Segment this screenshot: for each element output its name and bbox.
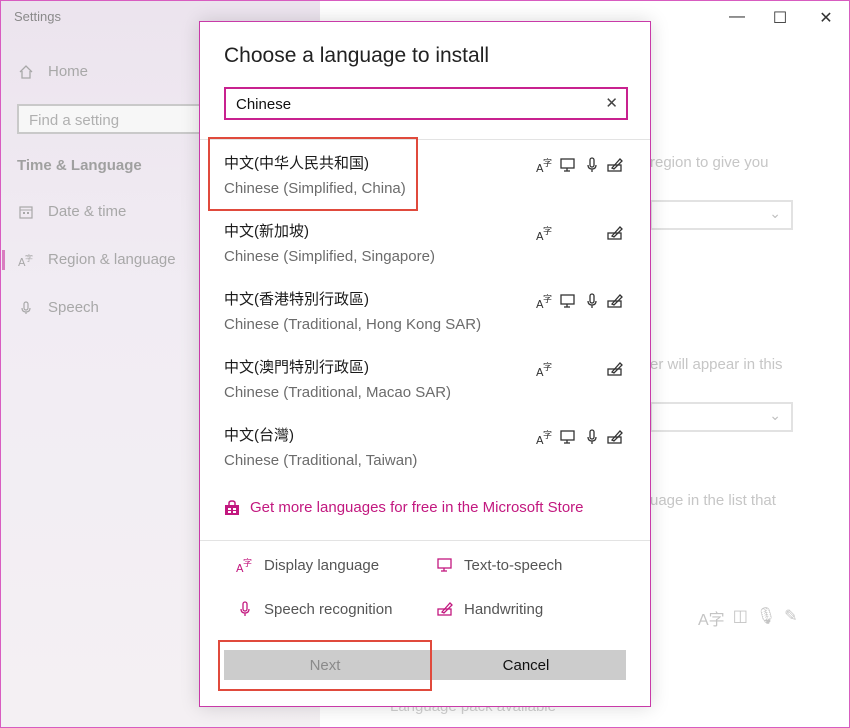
language-item-zh-cn[interactable]: 中文(中华人民共和国) Chinese (Simplified, China) … bbox=[200, 140, 650, 208]
legend-label: Display language bbox=[264, 556, 380, 574]
legend-label: Speech recognition bbox=[264, 600, 393, 618]
language-native-name: 中文(中华人民共和国) bbox=[224, 155, 369, 172]
handwriting-icon bbox=[437, 602, 453, 616]
chevron-down-icon: ⌄ bbox=[769, 407, 781, 423]
display-language-icon: A字 bbox=[536, 156, 554, 174]
bg-text-list: uage in the list that bbox=[650, 492, 776, 509]
section-title: Time & Language bbox=[17, 157, 142, 174]
nav-item-region-language[interactable]: A字 Region & language bbox=[18, 251, 176, 268]
legend-display-language: A字 Display language bbox=[236, 556, 380, 575]
language-native-name: 中文(澳門特別行政區) bbox=[224, 359, 369, 376]
svg-text:字: 字 bbox=[243, 557, 252, 569]
microphone-icon bbox=[21, 300, 31, 314]
language-native-name: 中文(台灣) bbox=[224, 427, 294, 444]
svg-text:字: 字 bbox=[543, 361, 552, 373]
text-to-speech-icon bbox=[559, 428, 577, 446]
language-native-name: 中文(香港特別行政區) bbox=[224, 291, 369, 308]
display-language-icon: A字 bbox=[536, 224, 554, 242]
text-to-speech-icon bbox=[559, 292, 577, 310]
microphone-icon: 🎙 bbox=[755, 608, 777, 625]
handwriting-icon bbox=[606, 224, 624, 242]
language-english-name: Chinese (Simplified, Singapore) bbox=[224, 248, 435, 265]
language-english-name: Chinese (Simplified, China) bbox=[224, 180, 406, 197]
cancel-button[interactable]: Cancel bbox=[426, 650, 626, 680]
language-item-zh-sg[interactable]: 中文(新加坡) Chinese (Simplified, Singapore) … bbox=[200, 208, 650, 276]
handwriting-icon bbox=[606, 360, 624, 378]
bg-lang-select[interactable]: ⌄ bbox=[650, 402, 793, 432]
legend-label: Handwriting bbox=[464, 600, 544, 618]
language-install-dialog: Choose a language to install ✕ 中文(中华人民共和… bbox=[199, 21, 651, 707]
language-english-name: Chinese (Traditional, Taiwan) bbox=[224, 452, 418, 469]
find-setting-box[interactable] bbox=[17, 104, 217, 134]
clear-icon[interactable]: ✕ bbox=[605, 94, 618, 112]
microsoft-store-link[interactable]: Get more languages for free in the Micro… bbox=[224, 499, 584, 516]
bg-text-appear: er will appear in this bbox=[650, 356, 783, 373]
language-english-name: Chinese (Traditional, Macao SAR) bbox=[224, 384, 452, 401]
display-language-icon: A字 bbox=[536, 360, 554, 378]
language-item-zh-mo[interactable]: 中文(澳門特別行政區) Chinese (Traditional, Macao … bbox=[200, 344, 650, 412]
legend-speech-recognition: Speech recognition bbox=[236, 600, 392, 618]
legend-handwriting: Handwriting bbox=[436, 600, 543, 618]
legend-label: Text-to-speech bbox=[464, 556, 563, 574]
language-native-name: 中文(新加坡) bbox=[224, 223, 309, 240]
maximize-button[interactable]: ☐ bbox=[770, 8, 790, 28]
language-icon: A字 bbox=[18, 253, 33, 268]
speech-recognition-icon bbox=[240, 601, 250, 616]
bg-text-region: region to give you bbox=[650, 154, 769, 171]
monitor-icon: ◫ bbox=[732, 608, 748, 625]
language-item-zh-hk[interactable]: 中文(香港特別行政區) Chinese (Traditional, Hong K… bbox=[200, 276, 650, 344]
active-indicator bbox=[2, 250, 5, 270]
language-item-zh-tw[interactable]: 中文(台灣) Chinese (Traditional, Taiwan) A字 bbox=[200, 412, 650, 480]
nav-item-label: Date & time bbox=[48, 203, 127, 220]
bg-feature-icons: A字 ◫ 🎙 ✎ bbox=[698, 606, 798, 630]
nav-item-label: Region & language bbox=[48, 251, 176, 268]
svg-text:字: 字 bbox=[543, 157, 552, 169]
language-list: 中文(中华人民共和国) Chinese (Simplified, China) … bbox=[200, 140, 650, 480]
dialog-title: Choose a language to install bbox=[224, 44, 490, 67]
legend-text-to-speech: Text-to-speech bbox=[436, 556, 562, 574]
handwriting-icon bbox=[606, 292, 624, 310]
svg-text:字: 字 bbox=[25, 253, 33, 263]
divider bbox=[200, 540, 650, 541]
handwriting-icon bbox=[606, 156, 624, 174]
svg-text:字: 字 bbox=[543, 293, 552, 305]
display-language-icon: A字 bbox=[536, 292, 554, 310]
handwriting-icon bbox=[606, 428, 624, 446]
close-button[interactable]: ✕ bbox=[816, 8, 836, 28]
next-button[interactable]: Next bbox=[224, 650, 426, 680]
language-icon: A字 bbox=[698, 612, 725, 629]
svg-text:字: 字 bbox=[543, 225, 552, 237]
speech-recognition-icon bbox=[583, 428, 601, 446]
store-bag-icon bbox=[225, 499, 239, 515]
find-setting-input[interactable] bbox=[19, 106, 211, 134]
minimize-button[interactable]: — bbox=[727, 8, 747, 26]
text-to-speech-icon bbox=[559, 156, 577, 174]
text-to-speech-icon bbox=[437, 558, 452, 572]
nav-item-date-time[interactable]: Date & time bbox=[18, 203, 126, 220]
pen-icon: ✎ bbox=[784, 608, 798, 625]
speech-recognition-icon bbox=[583, 292, 601, 310]
bg-country-select[interactable]: ⌄ bbox=[650, 200, 793, 230]
svg-text:字: 字 bbox=[543, 429, 552, 441]
chevron-down-icon: ⌄ bbox=[769, 205, 781, 221]
language-english-name: Chinese (Traditional, Hong Kong SAR) bbox=[224, 316, 482, 333]
nav-home-label: Home bbox=[48, 63, 89, 80]
calendar-icon bbox=[19, 205, 33, 219]
home-icon bbox=[19, 64, 33, 79]
nav-item-label: Speech bbox=[48, 299, 99, 316]
language-search-input[interactable] bbox=[226, 89, 598, 120]
display-language-icon: A字 bbox=[236, 557, 252, 574]
speech-recognition-icon bbox=[583, 156, 601, 174]
app-title: Settings bbox=[14, 9, 61, 24]
display-language-icon: A字 bbox=[536, 428, 554, 446]
nav-item-speech[interactable]: Speech bbox=[18, 299, 99, 316]
store-link-label: Get more languages for free in the Micro… bbox=[250, 499, 584, 516]
nav-home[interactable]: Home bbox=[18, 63, 88, 80]
language-search-box[interactable]: ✕ bbox=[224, 87, 628, 120]
